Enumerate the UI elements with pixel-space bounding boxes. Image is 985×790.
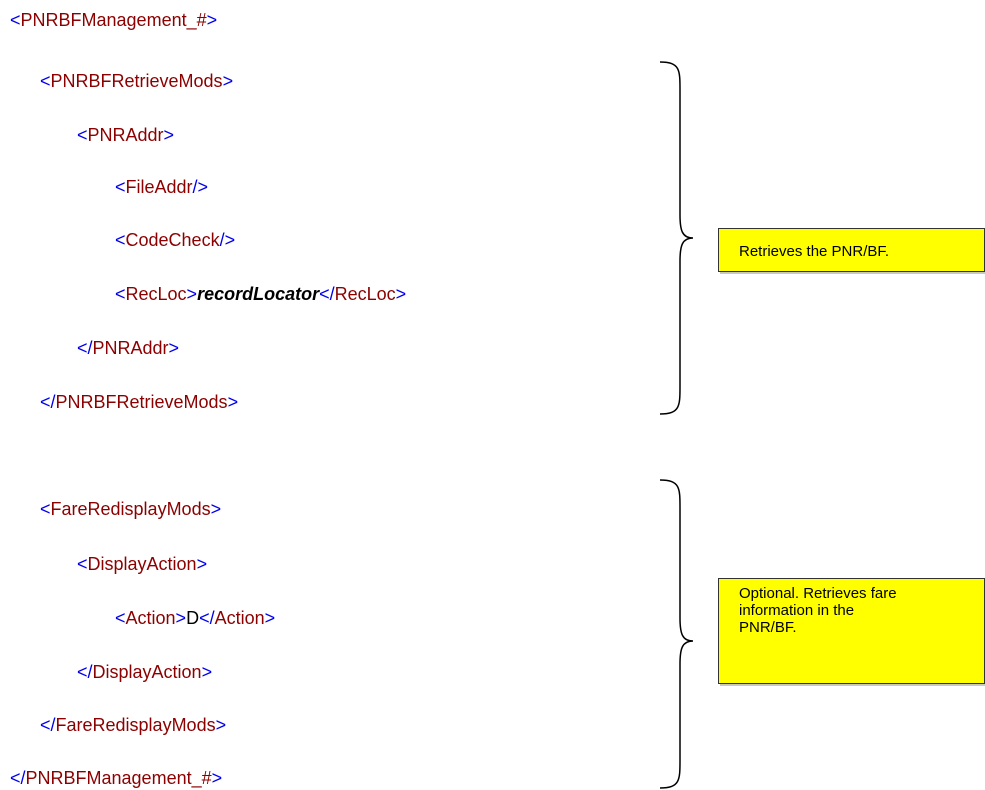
- xml-bracket: <: [77, 554, 88, 574]
- xml-tag-name: RecLoc: [125, 284, 187, 304]
- xml-tag-name: PNRBFRetrieveMods: [55, 392, 228, 412]
- xml-bracket: >: [227, 392, 239, 412]
- xml-tag-name: CodeCheck: [125, 230, 220, 250]
- xml-element-value: recordLocator: [197, 284, 320, 304]
- xml-tag-name: RecLoc: [334, 284, 396, 304]
- xml-tag-name: PNRBFRetrieveMods: [50, 71, 223, 91]
- xml-line: <PNRAddr>: [77, 124, 174, 146]
- xml-tag-name: PNRAddr: [92, 338, 169, 358]
- xml-bracket: >: [196, 554, 208, 574]
- xml-tag-name: DisplayAction: [87, 554, 197, 574]
- xml-line: </PNRBFManagement_#>: [10, 767, 222, 789]
- xml-tag-name: FileAddr: [125, 177, 193, 197]
- xml-tag-name: PNRBFManagement_#: [20, 10, 207, 30]
- xml-line: <Action>D</Action>: [115, 607, 275, 629]
- xml-bracket: </: [77, 338, 93, 358]
- xml-bracket: </: [40, 392, 56, 412]
- xml-bracket: </: [319, 284, 335, 304]
- xml-line: <FareRedisplayMods>: [40, 498, 221, 520]
- xml-bracket: >: [201, 662, 213, 682]
- xml-tag-name: Action: [125, 608, 176, 628]
- xml-bracket: >: [175, 608, 187, 628]
- right-curly-brace-icon: [659, 61, 694, 415]
- xml-tag-name: FareRedisplayMods: [50, 499, 211, 519]
- right-curly-brace-icon: [659, 479, 694, 789]
- xml-tag-name: DisplayAction: [92, 662, 202, 682]
- xml-line: <CodeCheck/>: [115, 229, 235, 251]
- xml-tag-name: FareRedisplayMods: [55, 715, 216, 735]
- xml-line: </FareRedisplayMods>: [40, 714, 226, 736]
- xml-line: <RecLoc>recordLocator</RecLoc>: [115, 283, 406, 305]
- xml-bracket: >: [163, 125, 175, 145]
- xml-bracket: <: [115, 230, 126, 250]
- xml-bracket: />: [192, 177, 209, 197]
- xml-line: </PNRBFRetrieveMods>: [40, 391, 238, 413]
- xml-bracket: <: [115, 284, 126, 304]
- xml-line: <PNRBFManagement_#>: [10, 9, 217, 31]
- note-text: Retrieves the PNR/BF.: [739, 243, 890, 260]
- xml-bracket: </: [40, 715, 56, 735]
- xml-bracket: <: [115, 177, 126, 197]
- xml-bracket: >: [206, 10, 218, 30]
- xml-line: <FileAddr/>: [115, 176, 208, 198]
- xml-tag-name: Action: [214, 608, 265, 628]
- xml-bracket: <: [77, 125, 88, 145]
- xml-bracket: <: [115, 608, 126, 628]
- xml-bracket: />: [219, 230, 236, 250]
- xml-bracket: >: [211, 768, 223, 788]
- xml-bracket: >: [168, 338, 180, 358]
- xml-element-value: D: [186, 608, 200, 628]
- retrieve-pnr-note: Retrieves the PNR/BF.: [718, 228, 985, 272]
- xml-tag-name: PNRAddr: [87, 125, 164, 145]
- fare-info-note: Optional. Retrieves fare information in …: [718, 578, 985, 684]
- xml-line: </PNRAddr>: [77, 337, 179, 359]
- xml-line: <DisplayAction>: [77, 553, 207, 575]
- xml-bracket: >: [264, 608, 276, 628]
- xml-bracket: >: [210, 499, 222, 519]
- xml-line: </DisplayAction>: [77, 661, 212, 683]
- xml-bracket: >: [222, 71, 234, 91]
- note-text: Optional. Retrieves fare information in …: [739, 585, 897, 636]
- xml-bracket: <: [40, 499, 51, 519]
- xml-bracket: <: [10, 10, 21, 30]
- xml-line: <PNRBFRetrieveMods>: [40, 70, 233, 92]
- xml-bracket: >: [395, 284, 407, 304]
- xml-bracket: <: [40, 71, 51, 91]
- xml-bracket: >: [215, 715, 227, 735]
- xml-bracket: </: [199, 608, 215, 628]
- xml-bracket: >: [186, 284, 198, 304]
- xml-bracket: </: [10, 768, 26, 788]
- xml-bracket: </: [77, 662, 93, 682]
- xml-tag-name: PNRBFManagement_#: [25, 768, 212, 788]
